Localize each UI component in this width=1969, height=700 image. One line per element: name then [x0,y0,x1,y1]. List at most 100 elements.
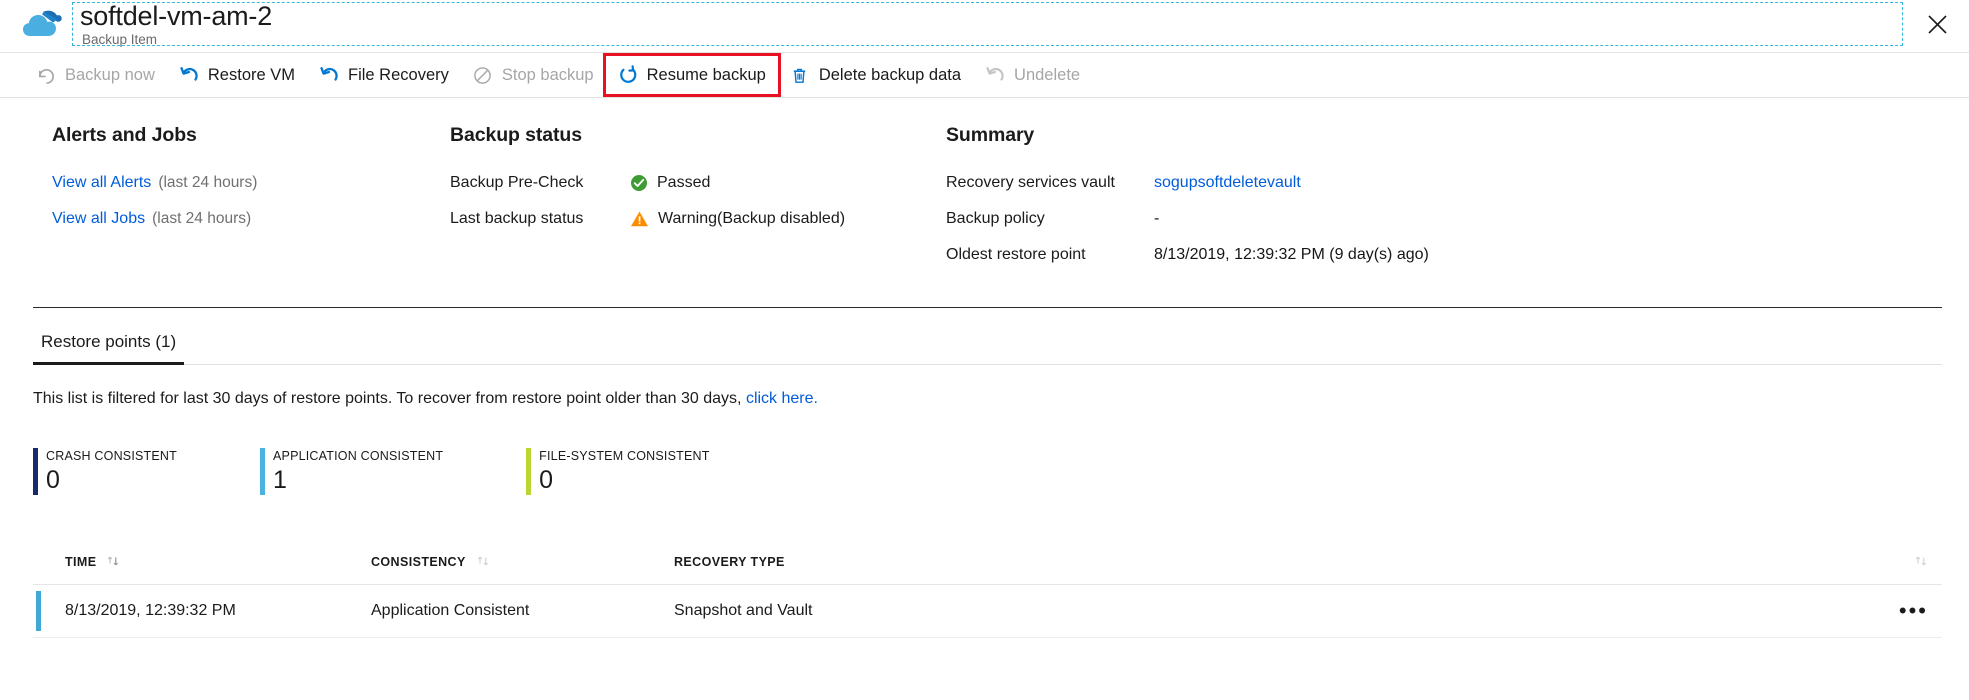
delete-backup-data-label: Delete backup data [819,66,961,85]
kpi-application-consistent: APPLICATION CONSISTENT 1 [260,448,443,495]
recovery-services-vault-row: Recovery services vault sogupsoftdeletev… [946,165,1429,201]
kpi-file-system-consistent-value: 0 [539,465,709,495]
backup-now-label: Backup now [65,66,155,85]
page-title: softdel-vm-am-2 [80,0,272,32]
column-header-consistency[interactable]: CONSISTENCY [371,554,674,571]
cell-recovery-type: Snapshot and Vault [674,602,1858,620]
sort-icon[interactable] [106,554,120,571]
kpi-file-system-consistent: FILE-SYSTEM CONSISTENT 0 [526,448,709,495]
stop-backup-button: Stop backup [461,56,606,94]
backup-status-heading: Backup status [450,124,845,147]
stop-backup-label: Stop backup [502,66,594,85]
oldest-restore-point-label: Oldest restore point [946,246,1154,264]
file-recovery-icon [319,65,339,85]
summary-heading: Summary [946,124,1429,147]
backup-now-icon [36,65,56,85]
restore-points-table: TIME CONSISTENCY RECOVERY TYPE [33,540,1942,638]
backup-precheck-label: Backup Pre-Check [450,174,630,192]
kpi-crash-consistent-bar [33,448,38,495]
header-sort-right[interactable] [1858,554,1942,571]
filter-note-text: This list is filtered for last 30 days o… [33,390,741,407]
backup-precheck-row: Backup Pre-Check Passed [450,165,845,201]
sort-icon[interactable] [1914,554,1928,571]
last-backup-status-label: Last backup status [450,210,630,228]
stop-backup-icon [473,65,493,85]
kpi-file-system-consistent-bar [526,448,531,495]
tab-restore-points[interactable]: Restore points (1) [33,332,184,364]
close-button[interactable] [1915,2,1959,46]
section-divider [33,307,1942,308]
backup-status-column: Backup status Backup Pre-Check Passed La… [450,124,845,237]
tabstrip: Restore points (1) [33,332,1942,365]
last-backup-status-value: Warning(Backup disabled) [658,210,845,228]
alerts-and-jobs-column: Alerts and Jobs View all Alerts (last 24… [52,124,257,237]
ellipsis-icon[interactable]: ••• [1899,606,1928,616]
view-all-alerts-row: View all Alerts (last 24 hours) [52,165,257,201]
view-all-jobs-row: View all Jobs (last 24 hours) [52,201,257,237]
command-bar: Backup now Restore VM File Recovery Stop [0,53,1969,98]
row-accent-bar [36,591,41,631]
kpi-file-system-consistent-label: FILE-SYSTEM CONSISTENT [539,448,709,465]
undelete-label: Undelete [1014,66,1080,85]
summary-column: Summary Recovery services vault sogupsof… [946,124,1429,273]
close-icon [1928,15,1947,34]
backup-policy-label: Backup policy [946,210,1154,228]
column-header-consistency-label: CONSISTENCY [371,555,466,569]
restore-vm-icon [179,65,199,85]
kpi-crash-consistent-label: CRASH CONSISTENT [46,448,177,465]
sort-icon[interactable] [476,554,490,571]
backup-policy-value: - [1154,210,1159,228]
restore-points-tabs: Restore points (1) [33,332,1942,365]
row-context-menu-button[interactable]: ••• [1858,606,1942,616]
consistency-kpi-group: CRASH CONSISTENT 0 APPLICATION CONSISTEN… [33,448,793,495]
restore-vm-button[interactable]: Restore VM [167,56,307,94]
column-header-recovery-type-label: RECOVERY TYPE [674,555,785,569]
filter-note-click-here-link[interactable]: click here. [746,390,818,407]
row-accent-bar-wrap [33,591,65,631]
success-check-icon [630,174,648,192]
backup-now-button: Backup now [24,56,167,94]
view-all-alerts-note: (last 24 hours) [158,174,257,192]
view-all-jobs-link[interactable]: View all Jobs [52,210,145,228]
alerts-and-jobs-heading: Alerts and Jobs [52,124,257,147]
cell-consistency: Application Consistent [371,602,674,620]
oldest-restore-point-value: 8/13/2019, 12:39:32 PM (9 day(s) ago) [1154,246,1429,264]
table-row[interactable]: 8/13/2019, 12:39:32 PM Application Consi… [33,585,1942,638]
column-header-time[interactable]: TIME [65,554,371,571]
overview-section: Alerts and Jobs View all Alerts (last 24… [0,98,1969,266]
kpi-application-consistent-value: 1 [273,465,443,495]
kpi-crash-consistent-value: 0 [46,465,177,495]
table-header-row: TIME CONSISTENCY RECOVERY TYPE [33,540,1942,585]
cell-time: 8/13/2019, 12:39:32 PM [65,602,371,620]
delete-backup-data-icon [790,65,810,85]
kpi-crash-consistent: CRASH CONSISTENT 0 [33,448,177,495]
warning-triangle-icon [630,210,649,228]
view-all-jobs-note: (last 24 hours) [152,210,251,228]
kpi-application-consistent-label: APPLICATION CONSISTENT [273,448,443,465]
last-backup-status-value-group: Warning(Backup disabled) [630,210,845,228]
restore-points-filter-note: This list is filtered for last 30 days o… [33,390,818,408]
delete-backup-data-button[interactable]: Delete backup data [778,56,973,94]
backup-policy-row: Backup policy - [946,201,1429,237]
file-recovery-button[interactable]: File Recovery [307,56,461,94]
backup-precheck-value-group: Passed [630,174,710,192]
title-selection-outline [72,2,1903,46]
last-backup-status-row: Last backup status Warning(Backup disabl… [450,201,845,237]
view-all-alerts-link[interactable]: View all Alerts [52,174,151,192]
kpi-application-consistent-bar [260,448,265,495]
undelete-button: Undelete [973,56,1092,94]
backup-precheck-value: Passed [657,174,710,192]
restore-vm-label: Restore VM [208,66,295,85]
azure-backup-cloud-icon [22,6,64,46]
window-titlebar: softdel-vm-am-2 Backup Item [0,0,1969,53]
file-recovery-label: File Recovery [348,66,449,85]
recovery-services-vault-link[interactable]: sogupsoftdeletevault [1154,174,1301,192]
column-header-recovery-type[interactable]: RECOVERY TYPE [674,555,1858,569]
undelete-icon [985,65,1005,85]
page-subtitle: Backup Item [82,32,157,47]
column-header-time-label: TIME [65,555,96,569]
resume-backup-button[interactable]: Resume backup [606,56,778,94]
recovery-services-vault-label: Recovery services vault [946,174,1154,192]
oldest-restore-point-row: Oldest restore point 8/13/2019, 12:39:32… [946,237,1429,273]
resume-backup-label: Resume backup [647,66,766,85]
